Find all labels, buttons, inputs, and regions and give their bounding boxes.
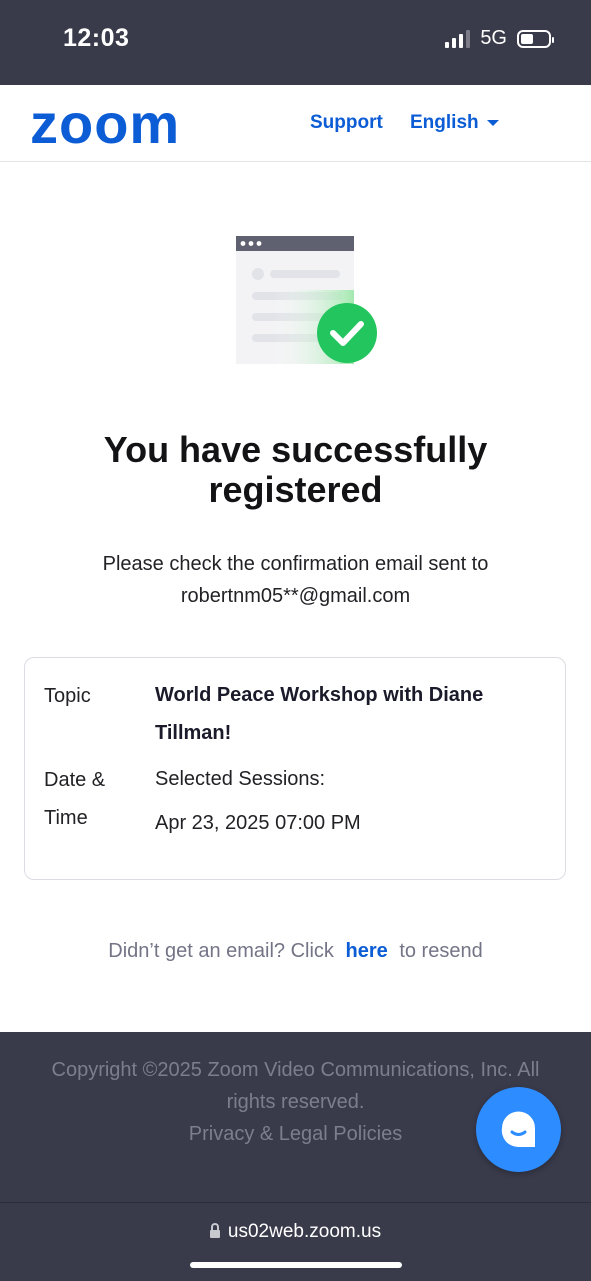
language-selector[interactable]: English	[410, 112, 499, 134]
page-title: You have successfully registered	[103, 429, 488, 510]
datetime-label: Date & Time	[44, 769, 106, 829]
chevron-down-icon	[486, 120, 499, 126]
svg-text:zoom: zoom	[30, 95, 180, 151]
chat-button[interactable]	[476, 1087, 561, 1172]
browser-url-bar: us02web.zoom.us	[0, 1202, 591, 1281]
topic-value: World Peace Workshop with Diane Tillman!	[155, 684, 484, 744]
home-indicator[interactable]	[190, 1262, 402, 1268]
resend-link[interactable]: here	[346, 940, 388, 962]
site-header: zoom Support English	[0, 85, 591, 162]
sessions-label: Selected Sessions:	[155, 768, 326, 790]
support-link[interactable]: Support	[310, 112, 383, 134]
confirmation-message: Please check the confirmation email sent…	[40, 548, 551, 612]
checkmark-icon	[317, 303, 377, 363]
chat-icon	[501, 1111, 535, 1148]
topic-label: Topic	[44, 685, 91, 707]
network-type: 5G	[480, 27, 507, 49]
status-bar: 12:03 5G	[0, 0, 591, 85]
registration-success-illustration	[236, 236, 377, 364]
resend-suffix: to resend	[399, 940, 483, 962]
resend-line: Didn’t get an email? Click here to resen…	[0, 940, 591, 963]
confirmation-text: Please check the confirmation email sent…	[102, 553, 489, 575]
status-time: 12:03	[63, 24, 130, 52]
url-text: us02web.zoom.us	[227, 1221, 382, 1242]
signal-icon	[445, 29, 471, 48]
battery-icon	[517, 29, 554, 48]
zoom-logo[interactable]: zoom	[30, 95, 196, 151]
lock-icon	[209, 1223, 220, 1238]
confirmation-email: robertnm05**@gmail.com	[180, 585, 411, 607]
status-indicators: 5G	[445, 27, 554, 50]
session-value: Apr 23, 2025 07:00 PM	[155, 812, 361, 834]
url-display[interactable]: us02web.zoom.us	[0, 1221, 591, 1243]
resend-prefix: Didn’t get an email? Click	[108, 940, 334, 962]
language-label: English	[410, 112, 479, 133]
registration-details-card: Topic World Peace Workshop with Diane Ti…	[24, 657, 566, 880]
